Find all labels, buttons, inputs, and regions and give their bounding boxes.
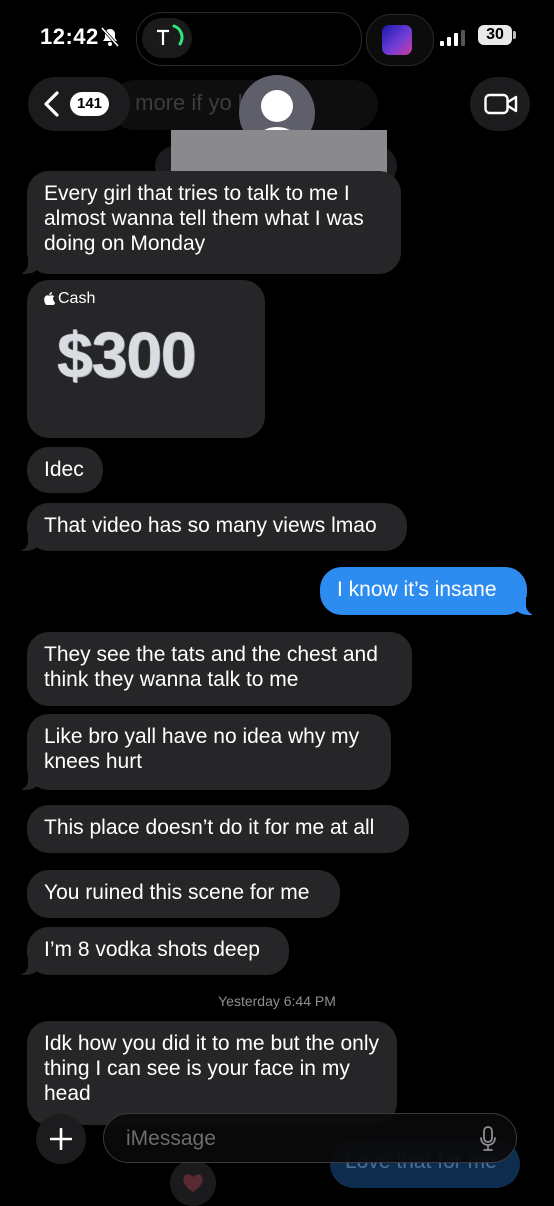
- message-text: They see the tats and the chest and thin…: [44, 643, 378, 691]
- message-text: Idec: [44, 458, 84, 481]
- unread-count-badge: 141: [70, 92, 110, 116]
- message-text: I’m 8 vodka shots deep: [44, 938, 260, 961]
- message-text: Idk how you did it to me but the only th…: [44, 1032, 380, 1105]
- message-bubble-received[interactable]: Idec: [27, 447, 103, 493]
- heart-icon: [183, 1174, 203, 1192]
- message-input[interactable]: iMessage: [103, 1113, 517, 1163]
- video-camera-icon: [484, 93, 518, 115]
- tesla-live-activity[interactable]: [142, 18, 192, 58]
- message-text: Every girl that tries to talk to me I al…: [44, 182, 364, 255]
- message-text: You ruined this scene for me: [44, 881, 310, 904]
- microphone-icon[interactable]: [480, 1126, 496, 1152]
- message-text: This place doesn’t do it for me at all: [44, 816, 375, 839]
- message-bubble-received[interactable]: They see the tats and the chest and thin…: [27, 632, 412, 706]
- tesla-logo-icon: [157, 24, 184, 46]
- message-bubble-sent[interactable]: I know it’s insane: [320, 567, 538, 615]
- add-attachment-button[interactable]: [36, 1114, 86, 1164]
- app-thumbnail[interactable]: [382, 25, 412, 55]
- plus-icon: [50, 1128, 72, 1150]
- message-bubble-received[interactable]: You ruined this scene for me: [27, 870, 340, 918]
- bell-slash-icon: [101, 27, 119, 47]
- battery-indicator: 30: [478, 25, 512, 45]
- avatar-icon: [261, 90, 293, 122]
- back-button[interactable]: 141: [28, 77, 130, 131]
- timestamp-time: 6:44 PM: [283, 993, 336, 1009]
- status-time: 12:42: [40, 24, 99, 49]
- message-bubble-received[interactable]: Like bro yall have no idea why my knees …: [16, 714, 391, 790]
- apple-cash-label: Cash: [58, 290, 96, 307]
- facetime-button[interactable]: [470, 77, 530, 131]
- battery-tip: [513, 31, 516, 39]
- message-text: I know it’s insane: [337, 578, 497, 601]
- message-bubble-received[interactable]: Idk how you did it to me but the only th…: [27, 1021, 397, 1125]
- message-text: Like bro yall have no idea why my knees …: [44, 725, 360, 773]
- message-text: That video has so many views lmao: [44, 514, 377, 537]
- message-bubble-received[interactable]: I’m 8 vodka shots deep: [16, 927, 289, 975]
- message-input-placeholder: iMessage: [126, 1127, 216, 1150]
- apple-logo-icon: [44, 292, 55, 305]
- ghost-heart-reaction: [170, 1160, 216, 1206]
- chevron-left-icon: [44, 91, 59, 117]
- message-bubble-received[interactable]: Every girl that tries to talk to me I al…: [16, 171, 401, 274]
- timestamp-day: Yesterday: [218, 993, 280, 1009]
- message-bubble-received[interactable]: This place doesn’t do it for me at all: [27, 805, 409, 853]
- message-timestamp: Yesterday 6:44 PM: [0, 993, 554, 1009]
- message-bubble-received[interactable]: That video has so many views lmao: [16, 503, 407, 551]
- signal-icon: [440, 30, 465, 46]
- apple-cash-card[interactable]: Cash $300: [27, 280, 265, 438]
- apple-cash-amount: $300: [57, 319, 196, 391]
